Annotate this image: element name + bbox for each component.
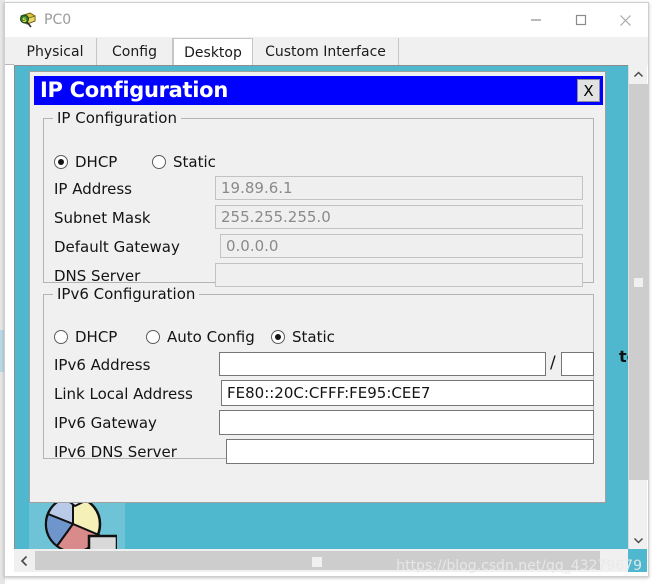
radio-ipv6-dhcp-label: DHCP xyxy=(75,328,118,346)
input-ip-address[interactable]: 19.89.6.1 xyxy=(215,176,583,200)
tab-physical-label: Physical xyxy=(26,43,84,60)
input-link-local-address[interactable]: FE80::20C:CFFF:FE95:CEE7 xyxy=(221,380,594,406)
radio-ipv6-dhcp[interactable]: DHCP xyxy=(54,328,117,346)
radio-dot-icon xyxy=(54,330,68,344)
label-ip-address: IP Address xyxy=(54,180,132,198)
label-ipv6-dns-server: IPv6 DNS Server xyxy=(54,443,177,461)
label-ipv6-gateway: IPv6 Gateway xyxy=(54,414,157,432)
dialog-close-button[interactable]: X xyxy=(577,79,600,102)
scrollbar-thumb-grip xyxy=(312,557,322,567)
window-titlebar: S PC0 xyxy=(5,3,648,37)
tab-config-label: Config xyxy=(112,43,157,60)
input-ipv6-address[interactable] xyxy=(219,352,546,376)
ipv4-group-title: IP Configuration xyxy=(53,109,181,127)
radio-ipv4-static-label: Static xyxy=(173,153,216,171)
chevron-down-icon[interactable] xyxy=(629,531,648,550)
chevron-up-icon[interactable] xyxy=(629,65,648,84)
label-ipv6-address: IPv6 Address xyxy=(54,356,151,374)
horizontal-scrollbar-thumb[interactable] xyxy=(35,551,600,570)
dialog-titlebar: IP Configuration X xyxy=(34,76,603,105)
screenshot-root: S PC0 Physical Config Desktop Custom Int… xyxy=(0,0,655,584)
tab-physical[interactable]: Physical xyxy=(14,38,97,65)
vertical-scrollbar[interactable] xyxy=(628,65,648,550)
tab-strip-filler xyxy=(399,38,648,65)
label-dns-server: DNS Server xyxy=(54,267,141,285)
window-title: PC0 xyxy=(44,12,72,28)
radio-ipv4-static[interactable]: Static xyxy=(152,153,216,171)
input-ipv6-dns-server[interactable] xyxy=(226,439,594,464)
input-ipv6-gateway[interactable] xyxy=(219,410,594,435)
packet-tracer-pc-icon: S xyxy=(18,10,38,30)
horizontal-scrollbar-track[interactable] xyxy=(35,551,620,570)
tab-desktop[interactable]: Desktop xyxy=(173,38,253,66)
close-icon[interactable] xyxy=(603,3,648,37)
tab-custom-interface-label: Custom Interface xyxy=(265,43,386,60)
radio-dot-icon xyxy=(152,155,166,169)
tab-desktop-label: Desktop xyxy=(184,44,242,61)
input-ipv6-prefix[interactable] xyxy=(561,352,594,376)
minimize-icon[interactable] xyxy=(513,3,558,37)
dialog-title: IP Configuration xyxy=(40,78,228,102)
maximize-icon[interactable] xyxy=(558,3,603,37)
input-default-gateway-value: 0.0.0.0 xyxy=(226,237,279,255)
label-default-gateway: Default Gateway xyxy=(54,238,180,256)
ipv6-group-title: IPv6 Configuration xyxy=(53,285,200,303)
input-dns-server[interactable] xyxy=(215,263,583,287)
window-controls xyxy=(513,3,648,37)
chevron-left-icon[interactable] xyxy=(14,549,35,572)
ip-configuration-dialog: IP Configuration X IP Configuration DHCP… xyxy=(29,71,606,503)
vertical-scrollbar-track[interactable] xyxy=(629,84,648,531)
tab-custom-interface[interactable]: Custom Interface xyxy=(253,38,399,65)
scrollbar-thumb-grip xyxy=(634,278,643,287)
tab-strip: Physical Config Desktop Custom Interface xyxy=(5,37,648,66)
radio-ipv4-dhcp[interactable]: DHCP xyxy=(54,153,117,171)
input-ip-address-value: 19.89.6.1 xyxy=(221,179,293,197)
radio-ipv6-auto-config-label: Auto Config xyxy=(167,328,255,346)
svg-text:S: S xyxy=(22,16,27,24)
input-link-local-address-value: FE80::20C:CFFF:FE95:CEE7 xyxy=(227,384,431,402)
label-link-local-address: Link Local Address xyxy=(54,385,193,403)
label-subnet-mask: Subnet Mask xyxy=(54,209,151,227)
radio-ipv6-static[interactable]: Static xyxy=(271,328,335,346)
input-subnet-mask-value: 255.255.255.0 xyxy=(221,208,331,226)
horizontal-scrollbar[interactable] xyxy=(14,549,641,572)
scrollbar-corner xyxy=(628,549,647,572)
radio-ipv4-dhcp-label: DHCP xyxy=(75,153,118,171)
radio-dot-icon xyxy=(54,155,68,169)
radio-dot-icon xyxy=(271,330,285,344)
dialog-close-label: X xyxy=(583,81,594,100)
radio-dot-icon xyxy=(146,330,160,344)
radio-ipv6-static-label: Static xyxy=(292,328,335,346)
input-subnet-mask[interactable]: 255.255.255.0 xyxy=(215,205,583,229)
input-default-gateway[interactable]: 0.0.0.0 xyxy=(220,234,583,258)
ipv6-prefix-separator: / xyxy=(550,353,556,373)
tab-config[interactable]: Config xyxy=(97,38,173,65)
pc0-window: S PC0 Physical Config Desktop Custom Int… xyxy=(4,2,649,577)
radio-ipv6-auto-config[interactable]: Auto Config xyxy=(146,328,255,346)
desktop-content-area: Dialer Editor Firewall to IP Configurati… xyxy=(14,65,641,550)
vertical-scrollbar-thumb[interactable] xyxy=(629,84,648,480)
ipv4-group: IP Configuration xyxy=(43,109,594,283)
